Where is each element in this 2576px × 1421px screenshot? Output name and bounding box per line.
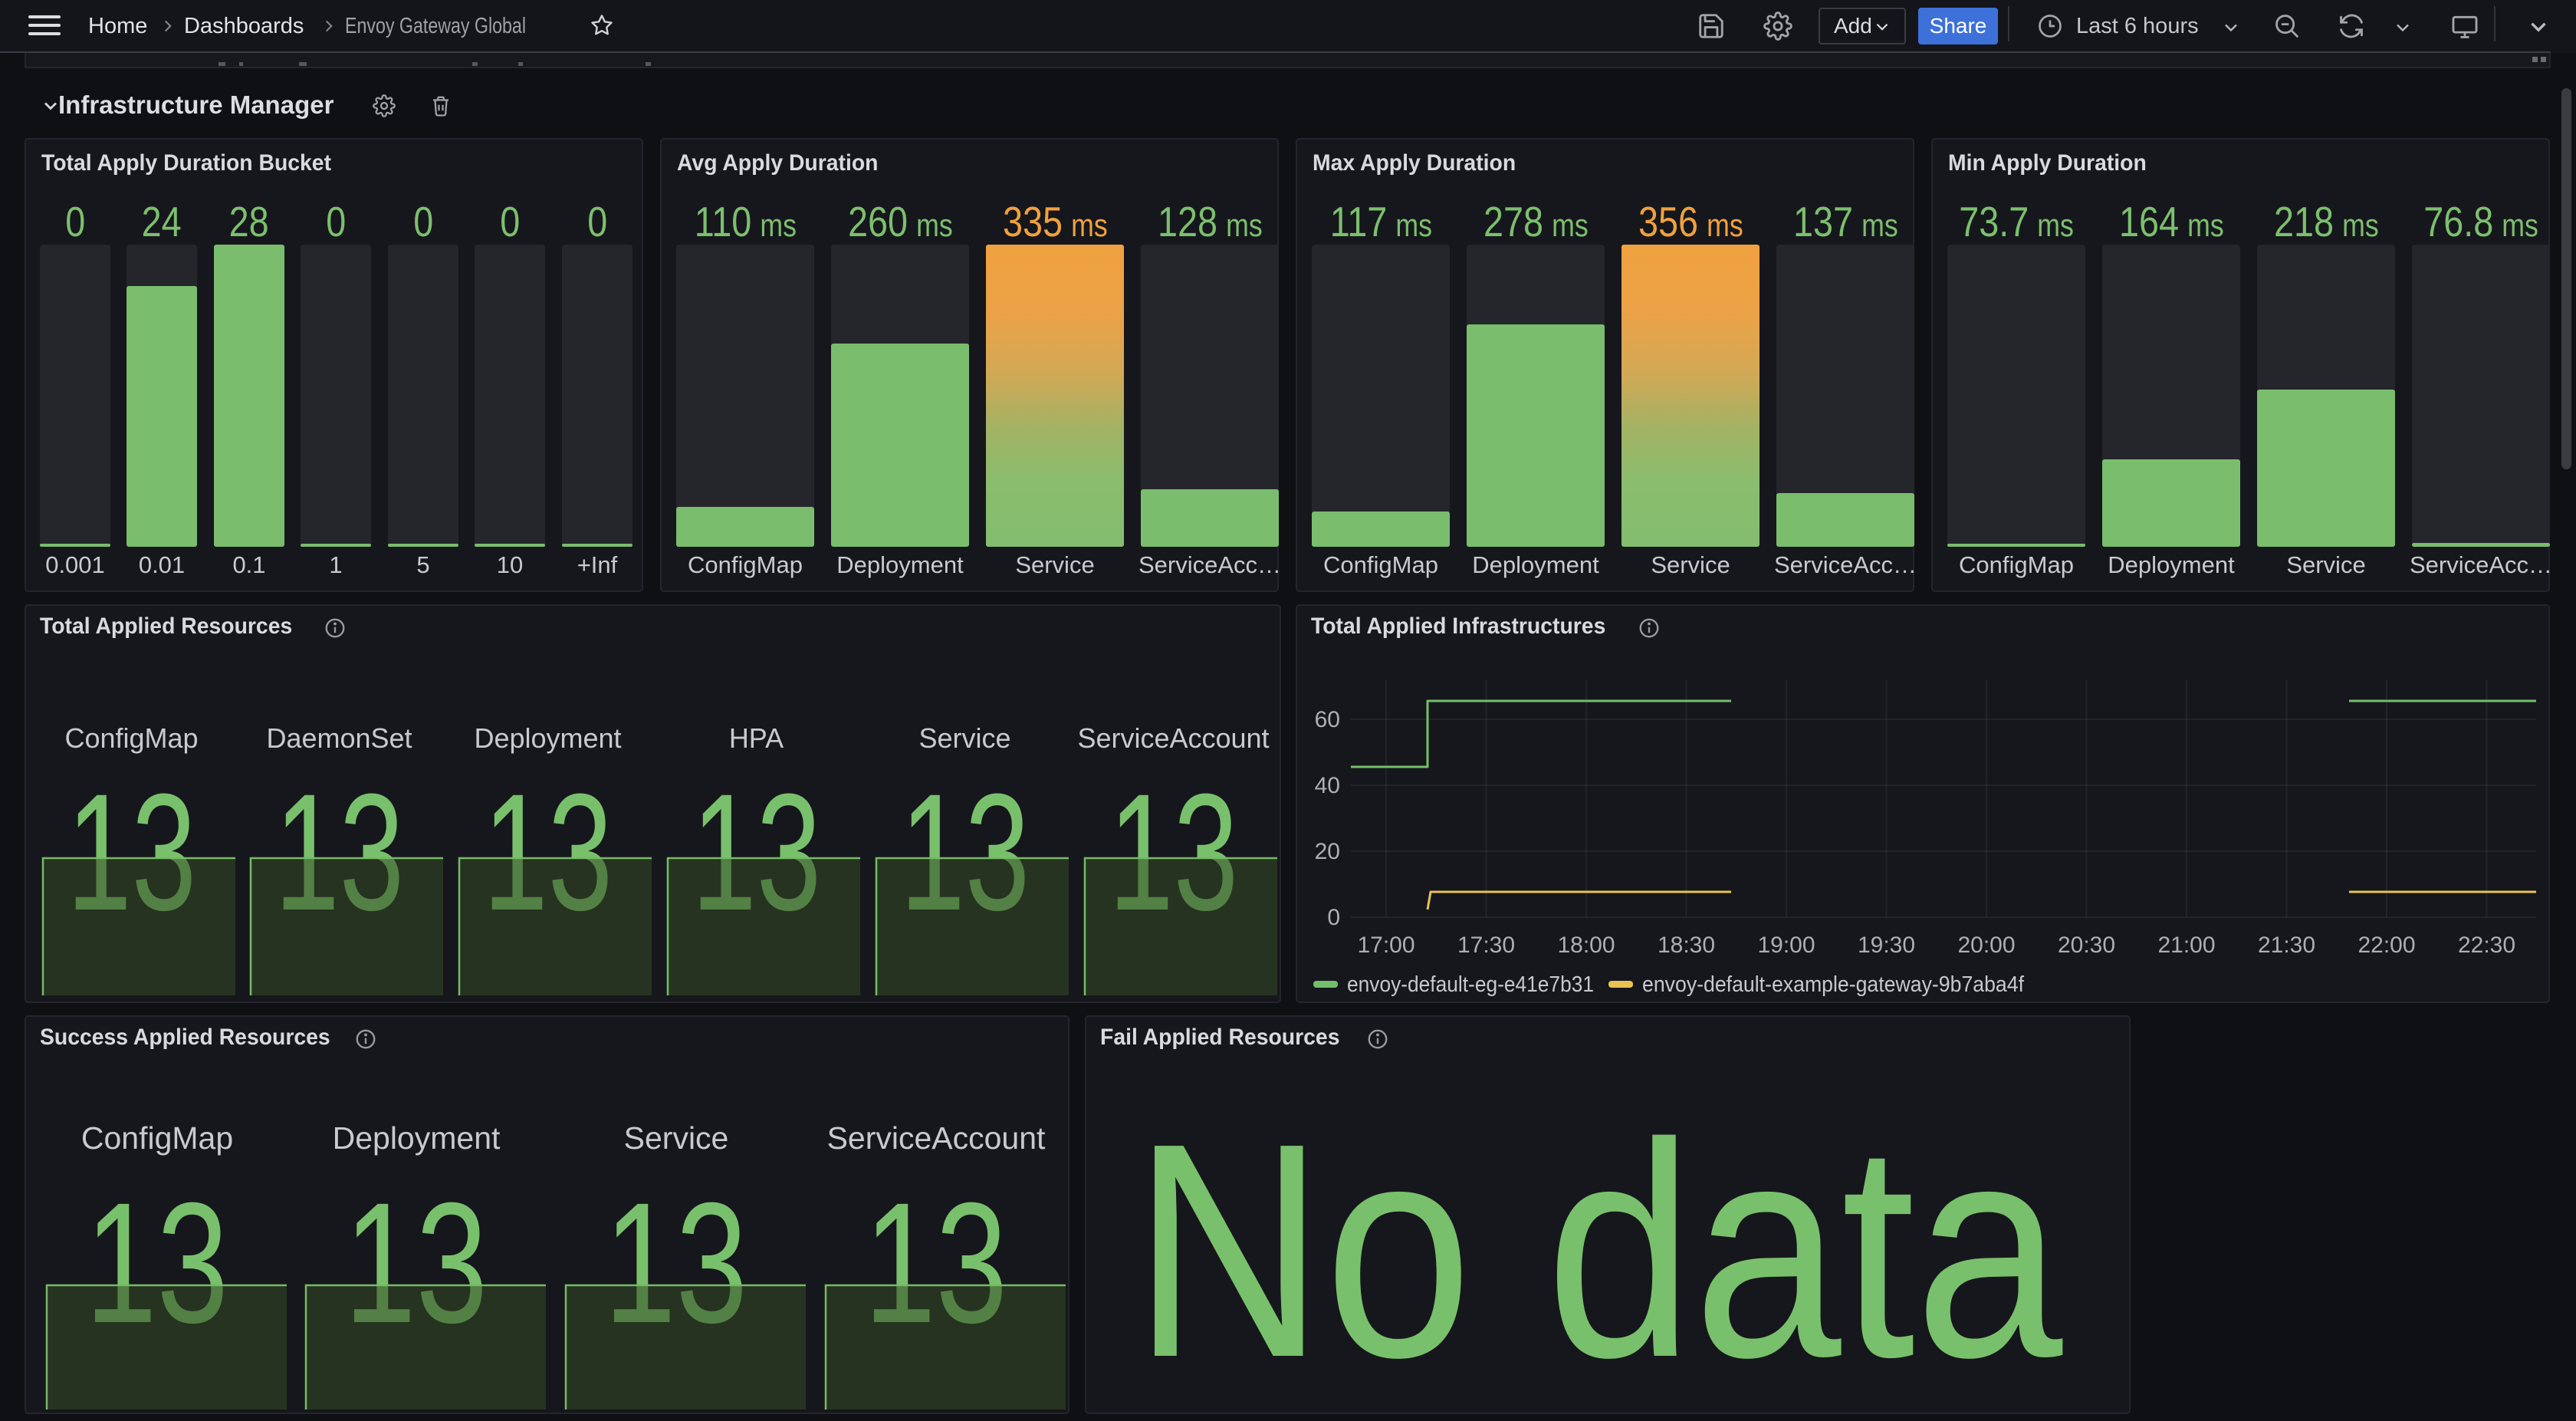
svg-text:19:30: 19:30 [1858, 933, 1915, 958]
svg-text:18:00: 18:00 [1557, 933, 1615, 958]
svg-text:20:00: 20:00 [1957, 933, 2015, 958]
svg-text:22:00: 22:00 [2358, 933, 2415, 958]
svg-text:0: 0 [1327, 905, 1340, 930]
svg-text:19:00: 19:00 [1757, 933, 1815, 958]
svg-text:40: 40 [1315, 773, 1340, 798]
svg-text:17:00: 17:00 [1357, 933, 1414, 958]
svg-text:60: 60 [1315, 707, 1340, 732]
svg-text:17:30: 17:30 [1457, 933, 1515, 958]
svg-text:21:30: 21:30 [2258, 933, 2315, 958]
svg-text:22:30: 22:30 [2458, 933, 2515, 958]
svg-text:envoy-default-example-gateway-: envoy-default-example-gateway-9b7aba4f [1642, 972, 2025, 997]
svg-text:envoy-default-eg-e41e7b31: envoy-default-eg-e41e7b31 [1347, 972, 1594, 997]
svg-text:18:30: 18:30 [1658, 933, 1715, 958]
svg-text:20:30: 20:30 [2058, 933, 2115, 958]
svg-text:21:00: 21:00 [2157, 933, 2215, 958]
svg-text:20: 20 [1315, 839, 1340, 864]
